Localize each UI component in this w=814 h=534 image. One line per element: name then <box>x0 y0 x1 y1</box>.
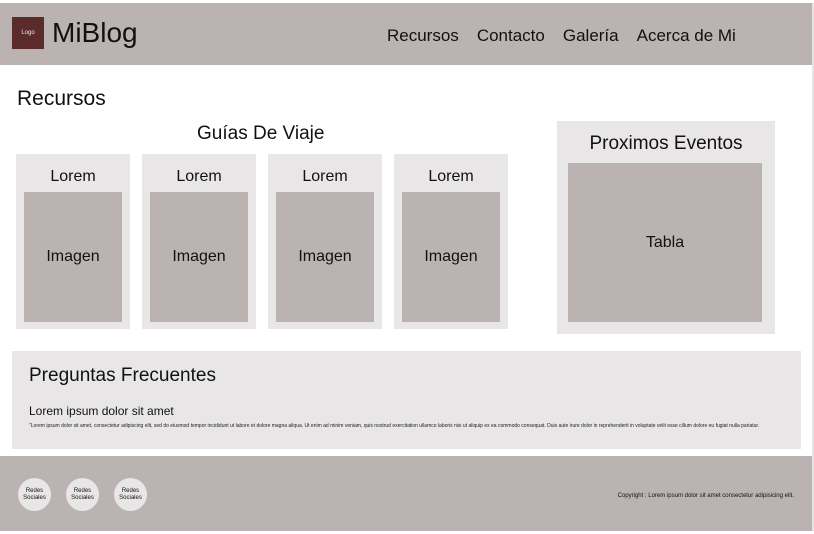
guide-card[interactable]: Lorem Imagen <box>142 154 256 329</box>
social-link[interactable]: Redes Sociales <box>66 478 99 511</box>
main-nav: Recursos Contacto Galería Acerca de Mi <box>387 26 736 46</box>
nav-link-contacto[interactable]: Contacto <box>477 26 545 46</box>
social-link[interactable]: Redes Sociales <box>114 478 147 511</box>
guide-card-image[interactable]: Imagen <box>24 192 122 322</box>
events-panel: Proximos Eventos Tabla <box>557 121 775 334</box>
site-header: Logo MiBlog Recursos Contacto Galería Ac… <box>0 3 812 65</box>
site-brand[interactable]: MiBlog <box>52 17 138 49</box>
faq-title: Preguntas Frecuentes <box>29 365 216 386</box>
page-frame: Logo MiBlog Recursos Contacto Galería Ac… <box>0 3 814 531</box>
guide-card-title: Lorem <box>428 168 474 185</box>
site-footer: Redes Sociales Redes Sociales Redes Soci… <box>0 456 812 531</box>
guide-card-image[interactable]: Imagen <box>276 192 374 322</box>
guide-card-image[interactable]: Imagen <box>150 192 248 322</box>
guide-card-title: Lorem <box>176 168 222 185</box>
guides-title: Guías De Viaje <box>197 123 325 144</box>
events-title: Proximos Eventos <box>589 133 743 154</box>
nav-link-acerca-de-mi[interactable]: Acerca de Mi <box>637 26 736 46</box>
copyright-text: Copyright : Lorem ipsum dolor sit amet c… <box>617 493 794 499</box>
faq-answer: "Lorem ipsum dolor sit amet, consectetur… <box>29 423 760 429</box>
guide-card-title: Lorem <box>50 168 96 185</box>
guide-card-title: Lorem <box>302 168 348 185</box>
social-link[interactable]: Redes Sociales <box>18 478 51 511</box>
faq-question[interactable]: Lorem ipsum dolor sit amet <box>29 404 174 418</box>
guide-card[interactable]: Lorem Imagen <box>16 154 130 329</box>
nav-link-recursos[interactable]: Recursos <box>387 26 459 46</box>
faq-section: Preguntas Frecuentes Lorem ipsum dolor s… <box>12 351 801 449</box>
guide-card[interactable]: Lorem Imagen <box>268 154 382 329</box>
events-table: Tabla <box>568 163 762 322</box>
logo[interactable]: Logo <box>12 17 44 49</box>
guide-card-image[interactable]: Imagen <box>402 192 500 322</box>
page-title: Recursos <box>17 87 106 110</box>
nav-link-galeria[interactable]: Galería <box>563 26 619 46</box>
guide-card[interactable]: Lorem Imagen <box>394 154 508 329</box>
